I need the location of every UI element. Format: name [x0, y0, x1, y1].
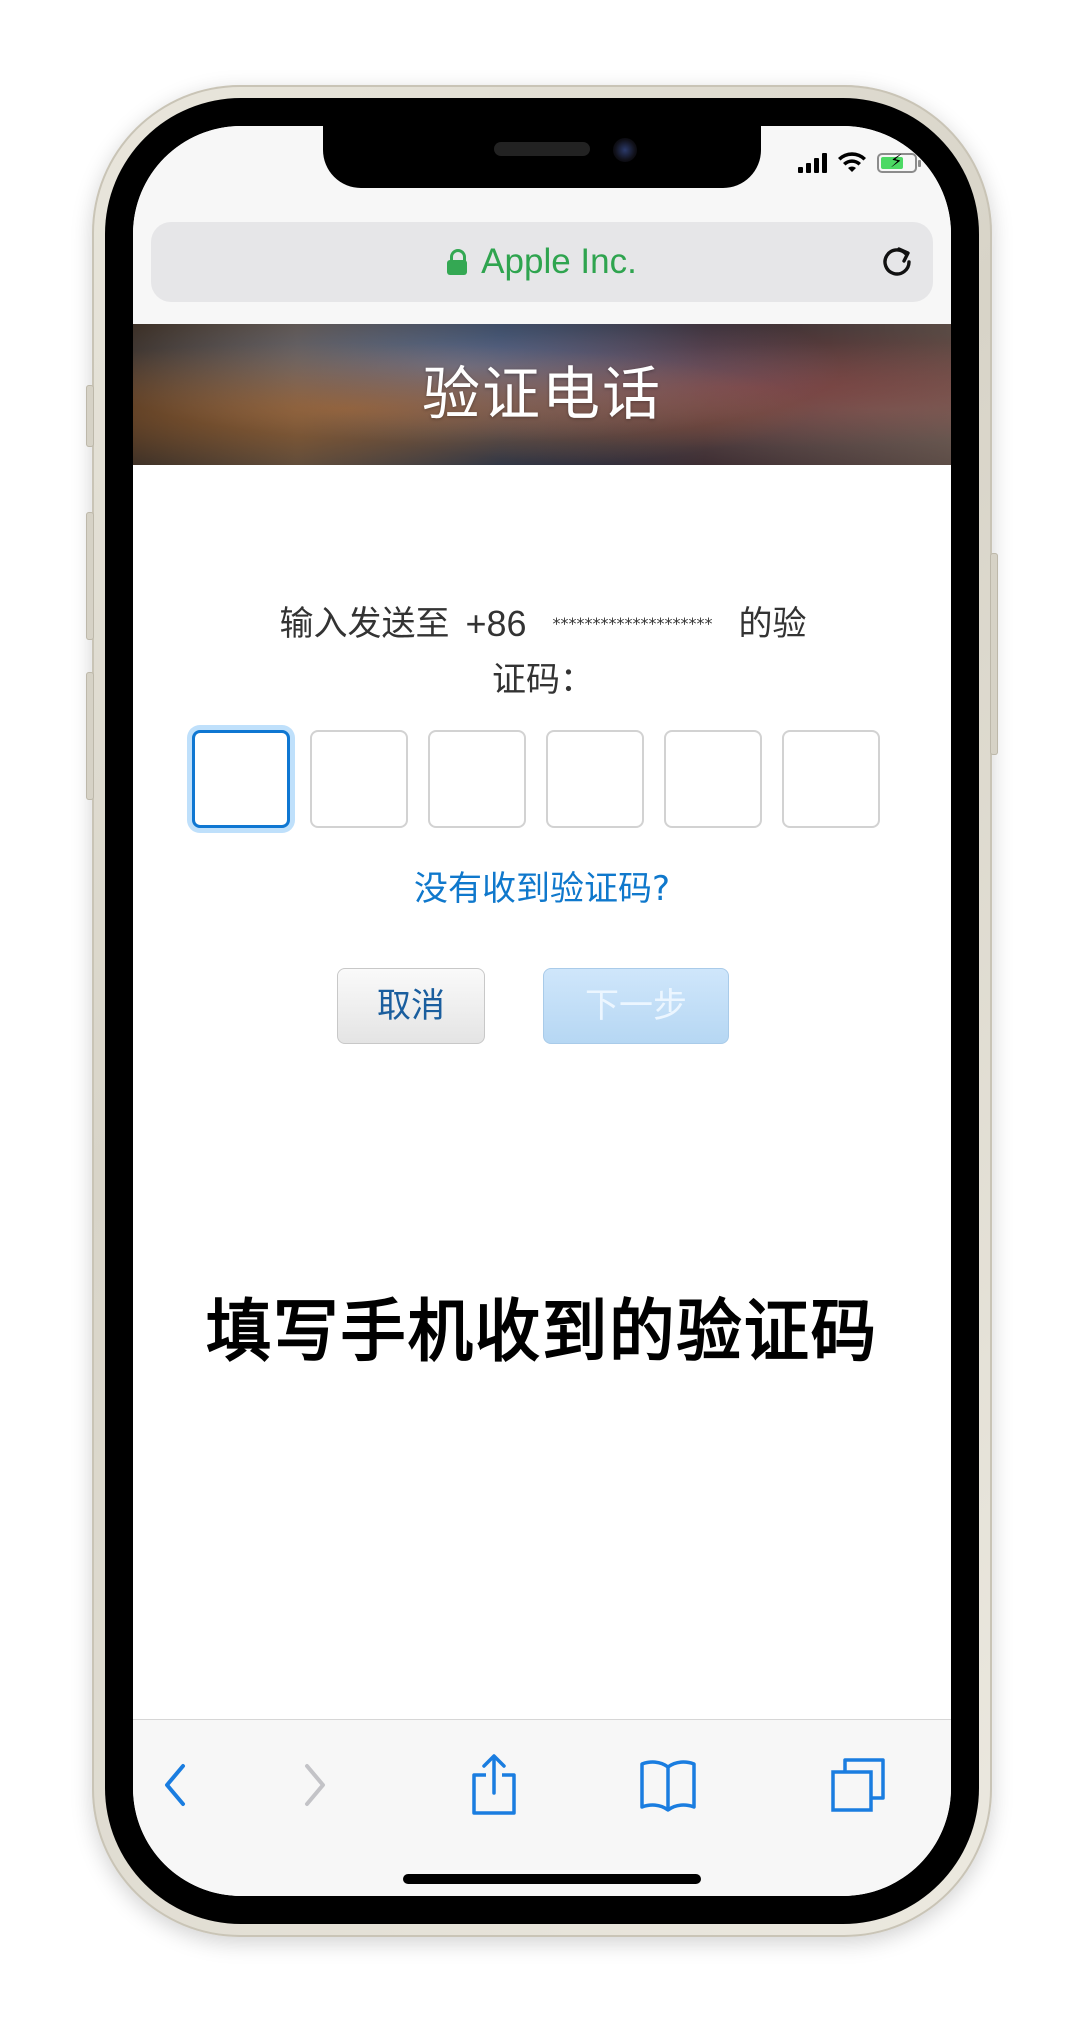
- volume-up-button: [86, 512, 94, 640]
- masked-phone-number: ********************: [552, 614, 713, 633]
- power-button: [990, 553, 998, 755]
- share-button[interactable]: [459, 1750, 529, 1820]
- status-bar: ⚡: [798, 151, 921, 174]
- lock-icon: [447, 249, 468, 275]
- code-digit-1[interactable]: [192, 730, 290, 828]
- safari-toolbar: [133, 1719, 951, 1896]
- next-button[interactable]: 下一步: [543, 968, 729, 1044]
- prompt-prefix: 输入发送至: [279, 604, 450, 644]
- back-button[interactable]: [141, 1750, 211, 1820]
- resend-code-link[interactable]: 没有收到验证码?: [133, 861, 951, 910]
- forward-icon: [305, 1764, 325, 1806]
- prompt-suffix: 的验: [738, 604, 807, 644]
- verification-prompt: 输入发送至 +86 ******************** 的验 证码：: [213, 596, 873, 708]
- share-icon: [472, 1754, 516, 1815]
- forward-button[interactable]: [279, 1750, 349, 1820]
- prompt-line-2: 证码：: [492, 660, 594, 700]
- safari-top-bar: ⚡ Apple Inc.: [133, 126, 951, 324]
- battery-icon: ⚡: [877, 151, 921, 173]
- code-digit-5[interactable]: [664, 730, 762, 828]
- back-icon: [165, 1764, 185, 1806]
- page-title: 验证电话: [421, 360, 662, 428]
- volume-down-button: [86, 672, 94, 800]
- notch: [323, 126, 761, 188]
- wifi-icon: [838, 152, 866, 172]
- code-digit-4[interactable]: [546, 730, 644, 828]
- charging-bolt-icon: ⚡: [890, 151, 903, 172]
- tabs-button[interactable]: [823, 1750, 893, 1820]
- site-name: Apple Inc.: [481, 242, 637, 281]
- home-indicator[interactable]: [403, 1874, 701, 1884]
- tabs-icon: [831, 1758, 885, 1812]
- bookmarks-button[interactable]: [633, 1750, 703, 1820]
- code-digit-2[interactable]: [310, 730, 408, 828]
- code-digit-6[interactable]: [782, 730, 880, 828]
- cancel-button[interactable]: 取消: [337, 968, 485, 1044]
- cellular-signal-icon: [798, 153, 827, 173]
- reload-icon[interactable]: [877, 242, 917, 282]
- phone-screen: ⚡ Apple Inc. 验证电话 输入发送至 +86 ************…: [133, 126, 951, 1896]
- verification-code-input: [192, 730, 892, 828]
- bookmarks-icon: [640, 1760, 696, 1812]
- silent-switch: [86, 385, 94, 447]
- instruction-caption: 填写手机收到的验证码: [205, 1293, 879, 1372]
- country-code: +86: [465, 603, 527, 644]
- address-bar[interactable]: Apple Inc.: [151, 222, 933, 302]
- code-digit-3[interactable]: [428, 730, 526, 828]
- page-banner: 验证电话: [133, 324, 951, 465]
